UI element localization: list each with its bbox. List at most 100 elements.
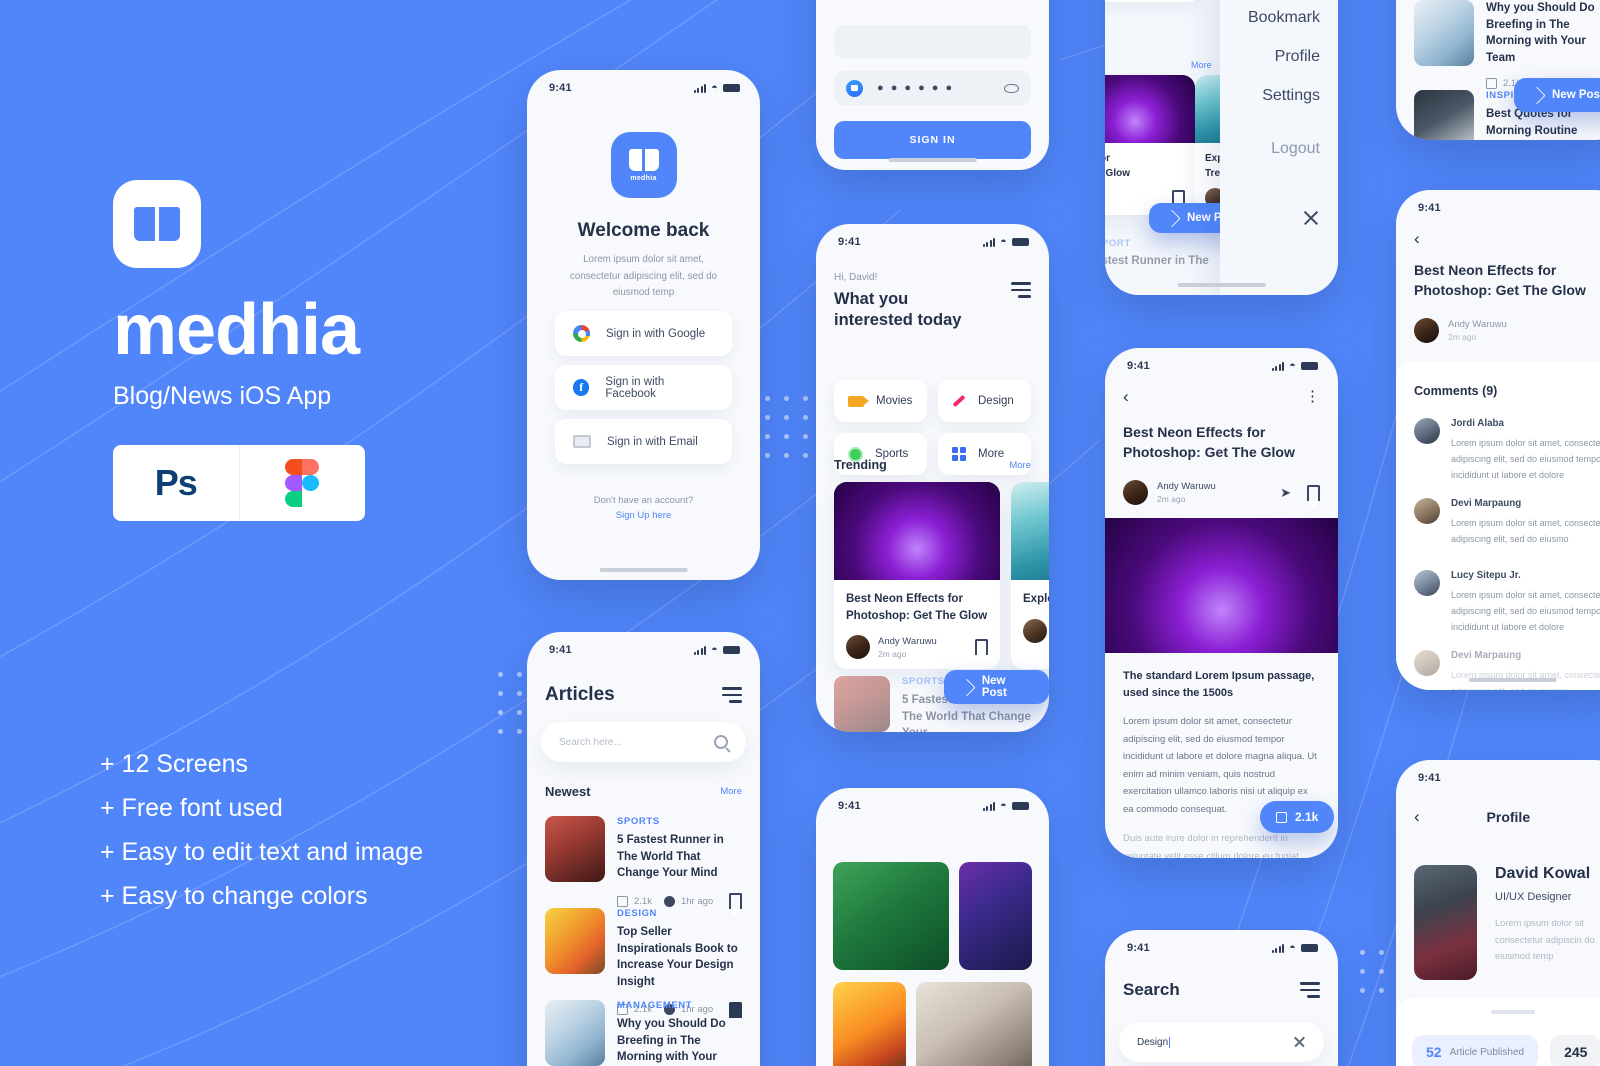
brand-tagline: Blog/News iOS App [113, 382, 332, 410]
hamburger-menu-icon[interactable] [1300, 982, 1320, 998]
avatar [1414, 418, 1440, 444]
bookmark-icon[interactable] [729, 893, 742, 917]
close-x-icon[interactable] [1302, 209, 1320, 227]
feature-item: + Free font used [100, 794, 283, 822]
email-field[interactable] [834, 25, 1031, 59]
signal-bars-icon [1271, 943, 1285, 953]
signin-button[interactable]: SIGN IN [834, 121, 1031, 159]
stat-value: 245 [1564, 1044, 1588, 1060]
bookmark-icon[interactable] [975, 639, 988, 663]
signin-facebook-label: Sign in with Facebook [605, 375, 665, 400]
slide-menu-panel: Categories Bookmark Profile Settings Log… [1220, 0, 1338, 295]
like-button[interactable]: 2.1k [1260, 801, 1335, 833]
avatar [1414, 570, 1440, 596]
comment-author: Jordi Alaba [1451, 418, 1504, 429]
facebook-icon: f [573, 379, 590, 396]
search-input[interactable]: Design [1119, 1022, 1324, 1062]
gallery-image[interactable] [959, 862, 1032, 970]
stat-label: Article Published [1449, 1046, 1525, 1058]
profile-role: UI/UX Designer [1495, 891, 1572, 903]
category-design[interactable]: Design [938, 380, 1031, 422]
thumbs-up-icon [1276, 811, 1287, 823]
comment-text: Lorem ipsum dolor sit amet, consectetur … [1451, 518, 1600, 544]
gallery-image[interactable] [833, 862, 950, 970]
battery-icon [723, 646, 740, 654]
eye-icon[interactable] [1004, 83, 1019, 93]
comments-sheet: Comments (9) Jordi Alaba 5 Lorem ipsum d… [1396, 362, 1600, 690]
dot-grid-decoration-center [765, 396, 808, 458]
gallery-image[interactable] [915, 982, 1032, 1066]
more-vertical-icon[interactable]: ⋮ [1305, 389, 1320, 404]
new-post-label: New Post [981, 675, 1007, 699]
new-post-button[interactable]: New Post [944, 670, 1049, 704]
menu-item-settings[interactable]: Settings [1262, 87, 1320, 105]
comment-item: Lucy Sitepu Jr. 2 Lorem ipsum dolor sit … [1414, 570, 1600, 635]
brand-name: medhia [113, 290, 360, 370]
new-post-label: New Post [1552, 89, 1600, 101]
status-time: 9:41 [1418, 202, 1441, 214]
avatar [1414, 498, 1440, 524]
status-time: 9:41 [549, 644, 572, 656]
thumbs-up-icon [617, 895, 628, 907]
search-input[interactable]: Search here... [541, 722, 746, 762]
signin-email-button[interactable]: Sign in with Email [555, 419, 732, 464]
menu-item-bookmark[interactable]: Bookmark [1248, 9, 1320, 27]
hamburger-menu-icon[interactable] [1011, 282, 1031, 298]
status-bar: 9:41 ◓ [1105, 348, 1338, 372]
category-more[interactable]: More [1105, 0, 1200, 2]
avatar [846, 635, 870, 660]
password-field[interactable]: ● ● ● ● ● ● [834, 71, 1031, 105]
lock-icon [846, 79, 863, 97]
article-list-item[interactable]: SPORTS 5 Fastest Runner in The World Tha… [545, 816, 742, 917]
close-x-icon[interactable] [1293, 1036, 1306, 1049]
signin-facebook-button[interactable]: f Sign in with Facebook [555, 365, 732, 410]
signin-email-label: Sign in with Email [607, 435, 698, 448]
status-time: 9:41 [1127, 360, 1150, 372]
avatar [1023, 618, 1047, 643]
trending-time: 2m ago [878, 648, 907, 659]
bookmark-icon[interactable] [1307, 484, 1320, 508]
status-time: 9:41 [549, 82, 572, 94]
wifi-icon: ◓ [711, 81, 718, 94]
signin-google-button[interactable]: Sign in with Google [555, 311, 732, 356]
menu-item-logout[interactable]: Logout [1271, 140, 1320, 158]
comments-article-title: Best Neon Effects for Photoshop: Get The… [1414, 262, 1586, 299]
article-list-item[interactable]: MANAGEMENT Why you Should Do Breefing in… [545, 1000, 742, 1066]
profile-sheet: 52 Article Published 245 DESIGN [1396, 998, 1600, 1066]
magnifier-icon[interactable] [714, 735, 728, 749]
category-movies[interactable]: Movies [834, 380, 927, 422]
signal-bars-icon [1271, 361, 1285, 371]
avatar [1414, 650, 1440, 676]
status-bar: 9:41 ◓ [527, 632, 760, 656]
trending-more-link[interactable]: More [1009, 460, 1031, 471]
screen-signin: ● ● ● ● ● ● SIGN IN Forgot your password… [816, 0, 1049, 170]
gallery-image[interactable] [833, 982, 906, 1066]
trending-card[interactable]: Explore Trends [1011, 482, 1049, 670]
comment-text: Lorem ipsum dolor sit amet, consectetur … [1451, 438, 1600, 480]
trending-heading: Trending [834, 458, 887, 472]
chevron-left-icon[interactable]: ‹ [1123, 388, 1129, 405]
signup-link[interactable]: Sign Up here [527, 510, 760, 521]
article-thumbnail [1011, 482, 1049, 580]
hamburger-menu-icon[interactable] [722, 687, 742, 703]
signal-bars-icon [693, 645, 707, 655]
detail-time: 2m ago [1157, 494, 1186, 504]
share-icon[interactable]: ➤ [1280, 485, 1291, 501]
overlay-more-link[interactable]: More [1191, 60, 1212, 70]
sheet-handle[interactable] [1490, 1010, 1535, 1014]
menu-item-profile[interactable]: Profile [1275, 48, 1320, 66]
trending-card[interactable]: ts for The Glow uwu [1105, 75, 1195, 215]
trending-card[interactable]: Best Neon Effects for Photoshop: Get The… [834, 482, 1000, 670]
article-list-item[interactable]: Why you Should Do Breefing in The Mornin… [1414, 0, 1600, 89]
avatar [1123, 480, 1148, 505]
category-label: Movies [876, 395, 913, 407]
article-thumbnail [545, 1000, 605, 1066]
new-post-button[interactable]: New Post [1514, 78, 1600, 112]
newest-more-link[interactable]: More [720, 786, 742, 797]
newest-heading: Newest [545, 784, 591, 799]
battery-icon [723, 84, 740, 92]
video-camera-icon [848, 395, 869, 407]
chevron-left-icon[interactable]: ‹ [1414, 229, 1420, 248]
article-title: Top Seller Inspirationals Book to Increa… [617, 926, 738, 989]
stat-value: 52 [1426, 1044, 1442, 1060]
